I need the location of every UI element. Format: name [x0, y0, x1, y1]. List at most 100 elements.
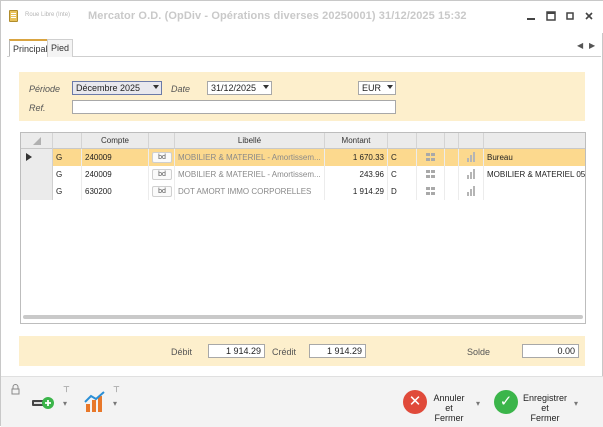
cell-libelle[interactable]: MOBILIER & MATERIEL - Amortissem... [175, 149, 325, 166]
grid-corner [21, 133, 53, 149]
app-name: Roue Libre (Inte) [25, 12, 71, 18]
cancel-label-line1: Annuler et [433, 393, 465, 413]
table-row[interactable]: G 240009 bd MOBILIER & MATERIEL - Amorti… [21, 149, 585, 166]
filter-panel: Période Décembre 2025 Date 31/12/2025 EU… [19, 72, 585, 121]
col-type-header[interactable] [53, 133, 82, 149]
cell-blank [445, 166, 459, 183]
cell-compte[interactable]: 240009 [82, 149, 149, 166]
cancel-label: Annuler et Fermer [429, 393, 469, 423]
cell-libelle[interactable]: MOBILIER & MATERIEL - Amortissem... [175, 166, 325, 183]
periode-select[interactable]: Décembre 2025 [72, 81, 162, 95]
horizontal-scrollbar[interactable] [23, 315, 583, 319]
save-label-line2: Fermer [530, 413, 560, 423]
cell-compte[interactable]: 240009 [82, 166, 149, 183]
title-bar: Roue Libre (Inte) Mercator O.D. (OpDiv -… [1, 1, 603, 33]
col-sens-header[interactable] [388, 133, 417, 149]
app-icon [9, 10, 18, 22]
lock-icon[interactable] [11, 384, 20, 397]
row-indicator [21, 166, 53, 183]
cell-extra[interactable]: Bureau [484, 149, 585, 166]
minimize-icon[interactable] [525, 11, 537, 23]
window-title: Mercator O.D. (OpDiv - Opérations divers… [88, 10, 467, 22]
cell-montant[interactable]: 1 914.29 [325, 183, 388, 200]
save-label-line1: Enregistrer et [522, 393, 567, 413]
cell-type[interactable]: G [53, 166, 82, 183]
maximize-icon[interactable] [545, 11, 557, 23]
close-icon[interactable] [583, 11, 595, 23]
solde-label: Solde [467, 347, 491, 357]
chevron-down-icon[interactable]: ▾ [63, 399, 67, 408]
chevron-down-icon[interactable]: ▾ [476, 399, 480, 408]
add-entry-icon[interactable] [31, 396, 55, 412]
debit-value: 1 914.29 [208, 344, 265, 358]
cell-bd[interactable]: bd [149, 149, 175, 166]
col-blank-header[interactable] [445, 133, 459, 149]
cell-type[interactable]: G [53, 183, 82, 200]
date-label: Date [171, 84, 191, 94]
credit-label: Crédit [272, 347, 297, 357]
cell-sens[interactable]: C [388, 149, 417, 166]
chevron-down-icon[interactable]: ▾ [113, 399, 117, 408]
col-montant-header[interactable]: Montant [325, 133, 388, 149]
tab-prev-icon[interactable]: ◀ [577, 41, 583, 50]
col-analytic-header[interactable] [417, 133, 445, 149]
chevron-down-icon [153, 85, 159, 89]
chevron-down-icon [263, 85, 269, 89]
main-window: Roue Libre (Inte) Mercator O.D. (OpDiv -… [0, 0, 603, 427]
bar-chart-icon[interactable] [459, 166, 484, 183]
cell-compte[interactable]: 630200 [82, 183, 149, 200]
grid-view-icon[interactable] [417, 149, 445, 166]
footer-toolbar: ⊤ ▾ ⊤ ▾ ✕ Annuler et Fermer ▾ ✓ Enregist… [1, 376, 603, 427]
ref-input[interactable] [72, 100, 396, 114]
pin-icon[interactable]: ⊤ [63, 385, 70, 394]
restore-icon[interactable] [564, 11, 576, 23]
cancel-label-line2: Fermer [434, 413, 464, 423]
save-label: Enregistrer et Fermer [520, 393, 570, 423]
cancel-close-button[interactable]: ✕ Annuler et Fermer ▾ [403, 390, 485, 423]
grid-view-icon[interactable] [417, 166, 445, 183]
cell-montant[interactable]: 243.96 [325, 166, 388, 183]
bd-button[interactable]: bd [152, 186, 172, 197]
grid-view-icon[interactable] [417, 183, 445, 200]
cell-sens[interactable]: C [388, 166, 417, 183]
chart-icon[interactable] [83, 390, 107, 416]
bar-chart-icon[interactable] [459, 183, 484, 200]
ref-label: Ref. [29, 103, 46, 113]
col-extra-header[interactable] [484, 133, 585, 149]
col-chart-header[interactable] [459, 133, 484, 149]
chevron-down-icon[interactable]: ▾ [574, 399, 578, 408]
cell-blank [445, 149, 459, 166]
cell-blank [445, 183, 459, 200]
currency-select[interactable]: EUR [358, 81, 396, 95]
cell-type[interactable]: G [53, 149, 82, 166]
cancel-icon: ✕ [403, 390, 427, 414]
chevron-down-icon [387, 85, 393, 89]
bar-chart-icon[interactable] [459, 149, 484, 166]
col-bd-header[interactable] [149, 133, 175, 149]
table-row[interactable]: G 630200 bd DOT AMORT IMMO CORPORELLES 1… [21, 183, 585, 200]
row-indicator [21, 149, 53, 166]
totals-panel: Débit 1 914.29 Crédit 1 914.29 Solde 0.0… [19, 336, 585, 366]
save-close-button[interactable]: ✓ Enregistrer et Fermer ▾ [494, 390, 586, 423]
table-row[interactable]: G 240009 bd MOBILIER & MATERIEL - Amorti… [21, 166, 585, 183]
tab-pied[interactable]: Pied [47, 39, 74, 57]
date-field[interactable]: 31/12/2025 [207, 81, 272, 95]
pin-icon[interactable]: ⊤ [113, 385, 120, 394]
tab-next-icon[interactable]: ▶ [589, 41, 595, 50]
bd-button[interactable]: bd [152, 169, 172, 180]
cell-sens[interactable]: D [388, 183, 417, 200]
cell-extra[interactable] [484, 183, 585, 200]
cell-extra[interactable]: MOBILIER & MATERIEL 05 [484, 166, 585, 183]
cell-bd[interactable]: bd [149, 166, 175, 183]
checkmark-icon: ✓ [494, 390, 518, 414]
periode-value: Décembre 2025 [76, 83, 141, 93]
col-libelle-header[interactable]: Libellé [175, 133, 325, 149]
col-compte-header[interactable]: Compte [82, 133, 149, 149]
cell-montant[interactable]: 1 670.33 [325, 149, 388, 166]
date-value: 31/12/2025 [211, 83, 257, 93]
cell-bd[interactable]: bd [149, 183, 175, 200]
cell-libelle[interactable]: DOT AMORT IMMO CORPORELLES [175, 183, 325, 200]
bd-button[interactable]: bd [152, 152, 172, 163]
periode-label: Période [29, 84, 61, 94]
tab-principal[interactable]: Principal [9, 39, 52, 57]
